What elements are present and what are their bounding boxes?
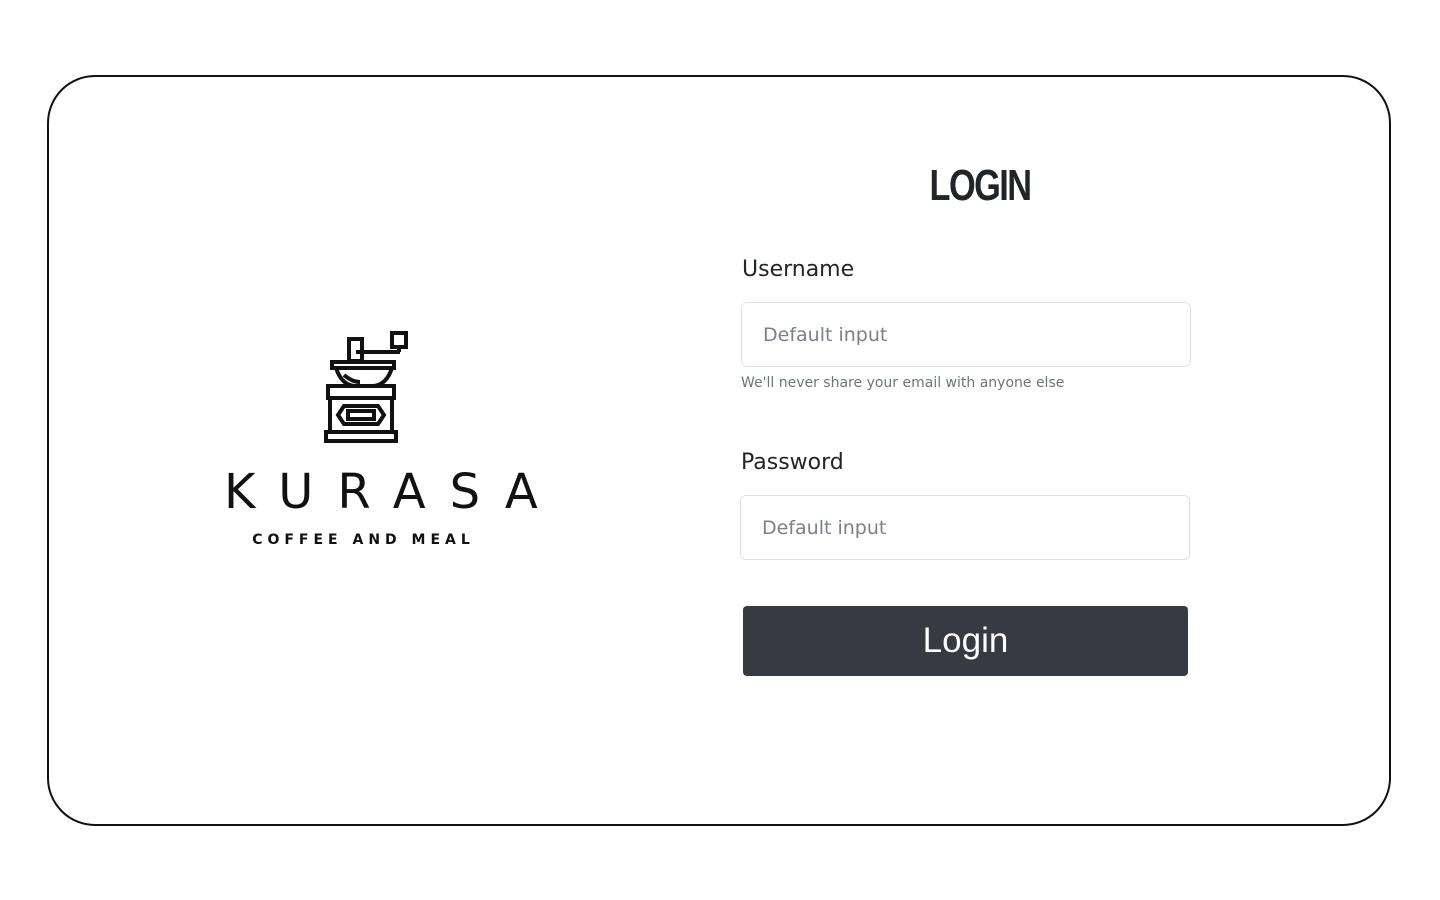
password-label: Password	[741, 450, 844, 475]
brand-tagline: COFFEE AND MEAL	[252, 532, 475, 548]
login-button[interactable]: Login	[743, 606, 1188, 676]
username-input[interactable]	[741, 302, 1191, 367]
brand-name: KURASA	[224, 464, 562, 520]
password-input[interactable]	[740, 495, 1190, 560]
page-title: LOGIN	[929, 161, 1032, 210]
username-label: Username	[742, 257, 855, 282]
username-help-text: We'll never share your email with anyone…	[741, 375, 1065, 391]
coffee-grinder-icon	[324, 331, 408, 443]
brand-logo: KURASA COFFEE AND MEAL	[200, 330, 562, 550]
